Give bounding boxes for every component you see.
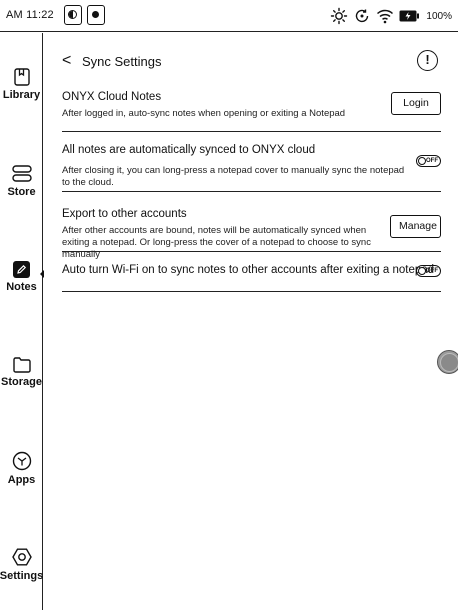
battery-icon — [399, 10, 420, 22]
page-title: Sync Settings — [82, 54, 162, 69]
setting-auto-sync: All notes are automatically synced to ON… — [62, 142, 441, 192]
wifi-icon — [377, 9, 394, 24]
page-header: < Sync Settings ! — [44, 33, 458, 89]
notes-icon — [13, 261, 30, 278]
toggle-knob — [418, 267, 426, 275]
sidebar-item-apps[interactable]: Apps — [0, 451, 43, 486]
auto-sync-toggle[interactable]: OFF — [416, 155, 441, 167]
toggle-state: OFF — [426, 268, 438, 274]
contrast-mode-icon[interactable] — [64, 5, 82, 25]
setting-onyx-cloud-notes: ONYX Cloud Notes After logged in, auto-s… — [62, 89, 441, 132]
store-icon — [11, 165, 32, 182]
sidebar-item-settings[interactable]: Settings — [0, 547, 43, 582]
manage-button[interactable]: Manage — [390, 215, 441, 238]
setting-title: All notes are automatically synced to ON… — [62, 144, 316, 156]
status-time: AM 11:22 — [6, 9, 54, 21]
back-icon[interactable]: < — [62, 53, 71, 69]
info-icon[interactable]: ! — [417, 50, 438, 71]
auto-wifi-toggle[interactable]: OFF — [416, 265, 441, 277]
setting-auto-wifi: Auto turn Wi-Fi on to sync notes to othe… — [62, 262, 441, 292]
setting-title: Export to other accounts — [62, 208, 187, 220]
brightness-icon — [331, 7, 348, 25]
setting-export-accounts: Export to other accounts After other acc… — [62, 206, 441, 260]
sidebar: Library Store Notes Storage Apps Setting… — [0, 33, 44, 610]
sidebar-item-label: Store — [7, 186, 36, 198]
setting-title: ONYX Cloud Notes — [62, 91, 162, 103]
refresh-mode-icon — [356, 9, 369, 23]
setting-description: After logged in, auto-sync notes when op… — [62, 108, 346, 119]
login-button[interactable]: Login — [391, 92, 441, 115]
main-content: < Sync Settings ! ONYX Cloud Notes After… — [44, 33, 458, 610]
sidebar-item-storage[interactable]: Storage — [0, 357, 43, 388]
settings-icon — [11, 548, 32, 566]
battery-level: 100% — [426, 10, 452, 22]
toggle-state: OFF — [426, 158, 438, 164]
record-icon[interactable] — [87, 5, 105, 25]
storage-icon — [12, 357, 31, 373]
sidebar-item-store[interactable]: Store — [0, 165, 43, 198]
sidebar-item-library[interactable]: Library — [0, 68, 43, 101]
library-icon — [13, 68, 30, 86]
sidebar-item-label: Storage — [1, 376, 42, 388]
sidebar-item-label: Notes — [6, 281, 37, 293]
setting-description: After other accounts are bound, notes wi… — [62, 225, 371, 260]
status-bar: AM 11:22 100% — [0, 0, 458, 32]
apps-icon — [12, 451, 31, 471]
setting-description: After closing it, you can long-press a n… — [62, 165, 405, 188]
sidebar-item-label: Settings — [0, 570, 44, 582]
sidebar-item-notes[interactable]: Notes — [0, 261, 44, 293]
sidebar-item-label: Library — [2, 89, 41, 101]
sidebar-item-label: Apps — [7, 474, 36, 486]
toggle-knob — [418, 157, 426, 165]
status-icons: 100% — [330, 7, 452, 25]
floating-assistant-ball[interactable] — [437, 350, 458, 374]
setting-title: Auto turn Wi-Fi on to sync notes to othe… — [62, 264, 435, 276]
